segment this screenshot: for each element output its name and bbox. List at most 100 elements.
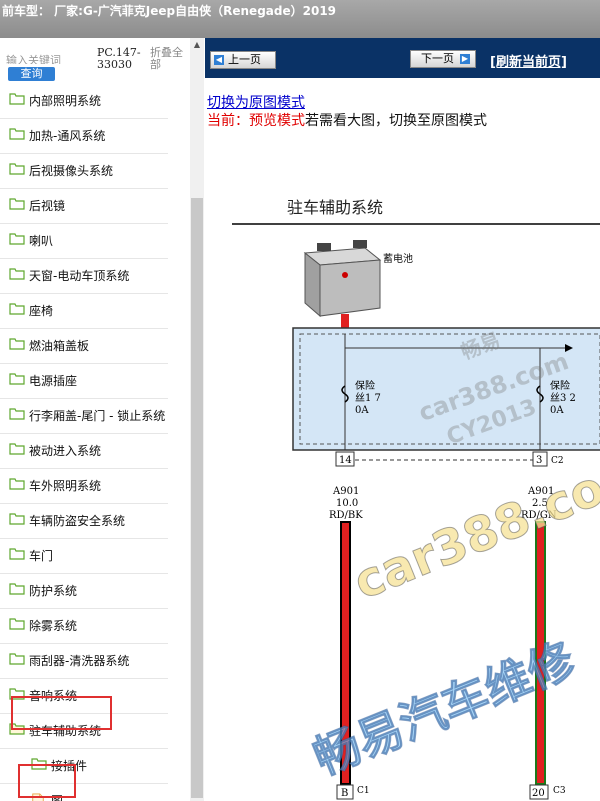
sidebar-item[interactable]: 后视摄像头系统: [0, 154, 168, 189]
bottom-c1: C1: [357, 786, 370, 796]
next-page-button[interactable]: 下一页 ▶: [410, 50, 476, 68]
fuse2-label: 保险: [550, 379, 570, 392]
highlight-parking-assist: [11, 696, 112, 730]
folder-icon: [9, 93, 25, 105]
current-mode-line: 当前：预览模式若需看大图，切换至原图模式: [207, 110, 487, 130]
folder-icon: [9, 653, 25, 665]
bottom-pin2: 20: [532, 788, 545, 799]
sidebar-item[interactable]: 行李厢盖-尾门 - 锁止系统: [0, 399, 168, 434]
pin1-number: 14: [339, 455, 352, 466]
sidebar-item[interactable]: 除雾系统: [0, 609, 168, 644]
refresh-link[interactable]: [刷新当前页]: [490, 51, 567, 70]
folder-icon: [9, 163, 25, 175]
pc-code: PC.147-33030: [97, 46, 141, 71]
tree: 内部照明系统 加热-通风系统 后视摄像头系统 后视镜喇叭天窗-电动车顶系统 座椅燃油箱盖…: [0, 84, 190, 801]
sidebar-item[interactable]: 燃油箱盖板: [0, 329, 168, 364]
sidebar-item-label: 车外照明系统: [29, 479, 102, 493]
vehicle-title: 前车型： 厂家:G-广汽菲克Jeep自由侠（Renegade）2019: [2, 4, 337, 18]
sidebar-item-label: 加热-通风系统: [29, 129, 106, 143]
folder-icon: [9, 618, 25, 630]
bottom-pin1: B: [341, 788, 348, 799]
wire1-size: 10.0: [336, 498, 358, 509]
folder-icon: [9, 408, 25, 420]
sidebar-item-label: 行李厢盖-尾门 - 锁止系统: [29, 409, 166, 423]
sidebar-item[interactable]: 天窗-电动车顶系统: [0, 259, 168, 294]
sidebar-item[interactable]: 被动进入系统: [0, 434, 168, 469]
search-row: 输入关键词 查询 PC.147-33030 折叠全部: [0, 38, 190, 84]
wire2-code: A901: [527, 486, 554, 497]
folder-icon: [9, 198, 25, 210]
sidebar-item[interactable]: 加热-通风系统: [0, 119, 168, 154]
search-button[interactable]: 查询: [8, 67, 55, 81]
fuse1-number: 丝1 7: [355, 392, 381, 404]
switch-original-link[interactable]: 切换为原图模式: [207, 92, 305, 112]
sidebar-item[interactable]: 防护系统: [0, 574, 168, 609]
wire2: [535, 521, 546, 785]
scroll-thumb[interactable]: [191, 198, 203, 798]
next-page-label: 下一页: [421, 52, 454, 65]
wiring-diagram: 驻车辅助系统 蓄电池 保险 丝1 7 0A 保险 丝3 2 0A 14 3 C2…: [232, 198, 600, 800]
diagram-title: 驻车辅助系统: [287, 198, 383, 217]
arrow-right-icon: ▶: [460, 54, 470, 64]
folder-icon: [9, 268, 25, 280]
battery-label: 蓄电池: [383, 252, 413, 265]
sidebar-item[interactable]: 车外照明系统: [0, 469, 168, 504]
prev-page-button[interactable]: ◀ 上一页: [210, 51, 276, 69]
main-panel: ◀ 上一页 下一页 ▶ [刷新当前页] 切换为原图模式 当前：预览模式若需看大图，切…: [205, 38, 600, 801]
folder-icon: [9, 513, 25, 525]
sidebar: 输入关键词 查询 PC.147-33030 折叠全部 ▲ 内部照明系统 加热-通风…: [0, 38, 206, 801]
folder-icon: [9, 303, 25, 315]
pin2-number: 3: [536, 455, 542, 466]
wire1: [340, 521, 351, 785]
fuse2-number: 丝3 2: [550, 392, 576, 404]
arrow-left-icon: ◀: [214, 55, 224, 65]
c2-label: C2: [551, 456, 564, 466]
scroll-up-icon[interactable]: ▲: [190, 38, 204, 52]
sidebar-item-label: 后视摄像头系统: [29, 164, 114, 178]
sidebar-item[interactable]: 车门: [0, 539, 168, 574]
sidebar-item-label: 电源插座: [29, 374, 78, 388]
folder-icon: [9, 443, 25, 455]
wire2-size: 2.5: [532, 498, 548, 509]
prev-page-label: 上一页: [228, 53, 261, 66]
bottom-c3: C3: [553, 786, 566, 796]
sidebar-item-label: 被动进入系统: [29, 444, 102, 458]
nav-bar: ◀ 上一页 下一页 ▶ [刷新当前页]: [205, 38, 600, 78]
search-input[interactable]: 输入关键词: [6, 52, 70, 64]
sidebar-item[interactable]: 雨刮器-清洗器系统: [0, 644, 168, 679]
folder-icon: [9, 548, 25, 560]
battery-icon: [303, 240, 382, 318]
highlight-diagram: [18, 764, 76, 798]
sidebar-item[interactable]: 电源插座: [0, 364, 168, 399]
wire1-code: A901: [332, 486, 359, 497]
fuse1-amp: 0A: [355, 405, 369, 416]
folder-icon: [9, 233, 25, 245]
sidebar-item-label: 燃油箱盖板: [29, 339, 90, 353]
battery-wire: [341, 314, 349, 328]
title-bar: 前车型： 厂家:G-广汽菲克Jeep自由侠（Renegade）2019: [0, 0, 600, 38]
folder-icon: [9, 128, 25, 140]
folder-icon: [9, 338, 25, 350]
sidebar-item-label: 天窗-电动车顶系统: [29, 269, 130, 283]
fuse1-label: 保险: [355, 379, 375, 392]
wire1-color: RD/BK: [329, 510, 363, 521]
sidebar-item-label: 内部照明系统: [29, 94, 102, 108]
sidebar-item-label: 车门: [29, 549, 54, 563]
sidebar-item[interactable]: 座椅: [0, 294, 168, 329]
folder-icon: [9, 373, 25, 385]
sidebar-item[interactable]: 喇叭: [0, 224, 168, 259]
sidebar-item-label: 喇叭: [29, 234, 54, 248]
folder-icon: [9, 583, 25, 595]
sidebar-item-label: 座椅: [29, 304, 54, 318]
sidebar-item[interactable]: 后视镜: [0, 189, 168, 224]
sidebar-item-label: 防护系统: [29, 584, 78, 598]
fuse2-amp: 0A: [550, 405, 564, 416]
wire2-color: RD/GN: [521, 510, 557, 521]
sidebar-item-label: 后视镜: [29, 199, 66, 213]
sidebar-item[interactable]: 内部照明系统: [0, 84, 168, 119]
sidebar-item-label: 除雾系统: [29, 619, 78, 633]
sidebar-scrollbar[interactable]: ▲: [190, 38, 204, 801]
sidebar-item[interactable]: 车辆防盗安全系统: [0, 504, 168, 539]
sidebar-item-label: 车辆防盗安全系统: [29, 514, 126, 528]
fold-all-button[interactable]: 折叠全部: [150, 47, 190, 71]
